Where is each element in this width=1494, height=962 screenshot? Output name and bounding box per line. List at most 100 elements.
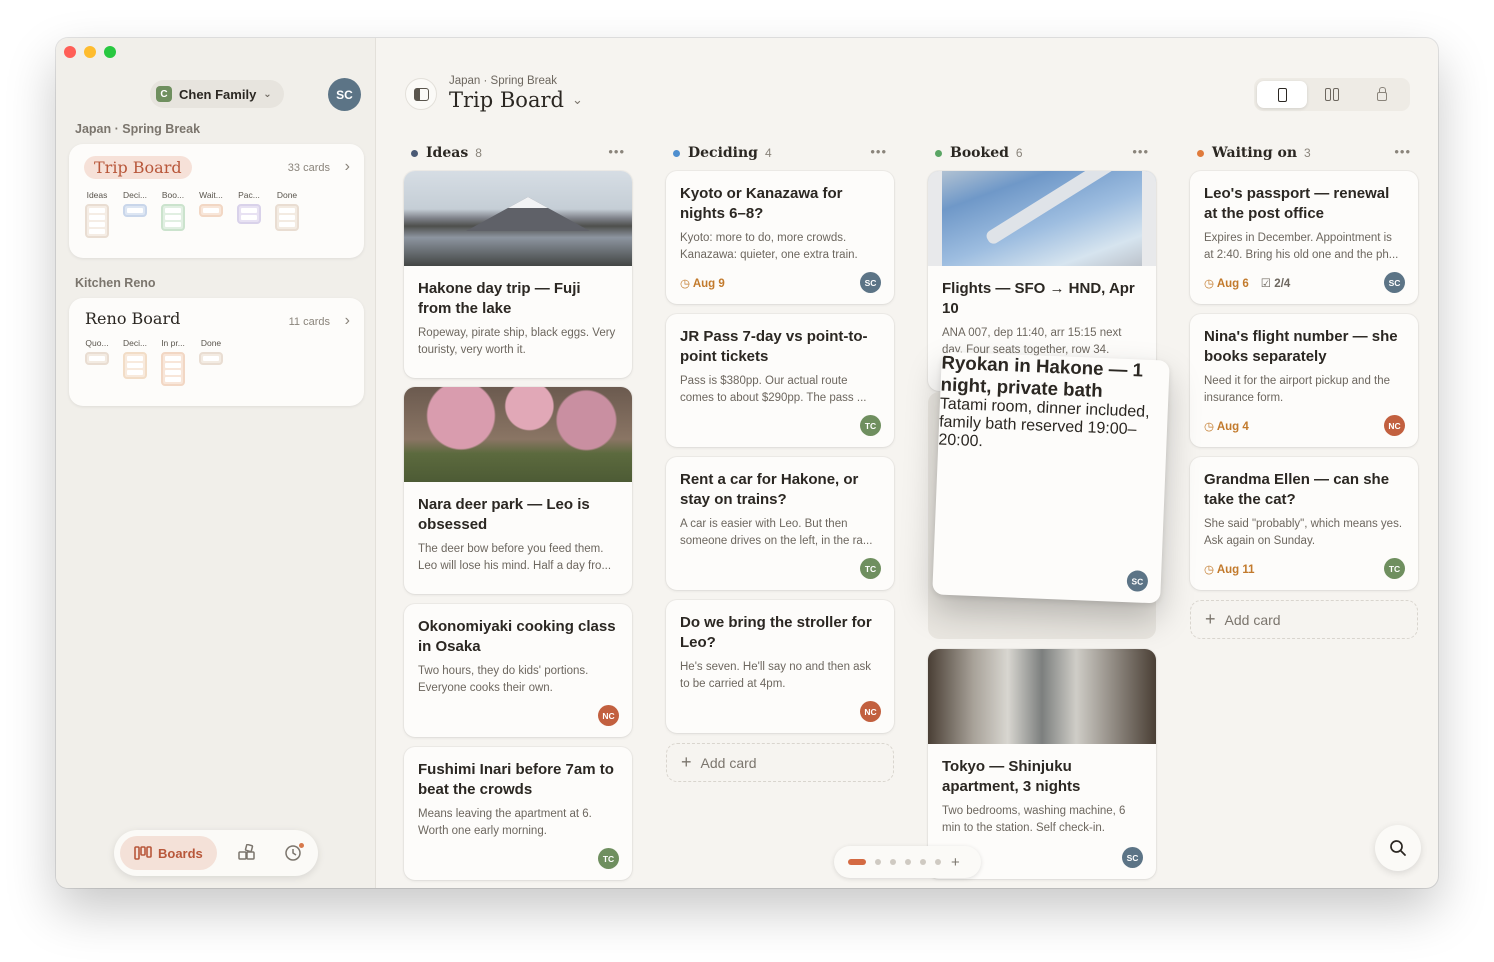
column-header: Ideas 8 •••	[404, 142, 632, 164]
due-date-text: Aug 9	[692, 278, 725, 290]
close-window-button[interactable]	[64, 46, 76, 58]
card[interactable]: Kyoto or Kanazawa for nights 6–8? Kyoto:…	[666, 171, 894, 304]
family-icon: C	[156, 86, 172, 102]
activity-tab[interactable]	[277, 837, 309, 869]
lock-button[interactable]	[1357, 81, 1407, 108]
add-card-button[interactable]: + Add card	[1190, 600, 1418, 639]
widgets-tab[interactable]	[231, 837, 263, 869]
mini-column-label: Done	[200, 338, 222, 348]
card-title: Leo's passport — renewal at the post off…	[1204, 185, 1390, 222]
family-switcher[interactable]: C Chen Family ⌄	[150, 80, 284, 108]
column-color-dot	[411, 149, 418, 157]
card[interactable]: Tokyo — Shinjuku apartment, 3 nights Two…	[928, 649, 1156, 879]
card[interactable]: Leo's passport — renewal at the post off…	[1190, 171, 1418, 304]
column-header: Deciding 4 •••	[666, 142, 894, 164]
column-color-dot	[935, 149, 942, 157]
more-icon[interactable]: •••	[1394, 144, 1411, 159]
mini-stack	[85, 352, 109, 365]
page-dot[interactable]	[935, 859, 941, 865]
mini-stack	[161, 204, 185, 231]
card-title: Flights — SFO → HND, Apr 10	[942, 280, 1135, 317]
board-card-reno[interactable]: Reno Board 11 cards › Quo... Deci... In …	[69, 298, 364, 406]
column-name: Waiting on	[1212, 145, 1298, 161]
due-date: ◷ Aug 9	[680, 276, 725, 290]
add-card-button[interactable]: + Add card	[666, 743, 894, 782]
two-column-view-button[interactable]	[1307, 81, 1357, 108]
mini-column-label: In pr...	[161, 338, 185, 348]
dragging-card[interactable]: Ryokan in Hakone — 1 night, private bath…	[932, 351, 1170, 604]
more-icon[interactable]: •••	[608, 144, 625, 159]
column-waiting-on: Waiting on 3 ••• Leo's passport — renewa…	[1190, 142, 1418, 639]
user-avatar[interactable]: SC	[328, 78, 361, 111]
card-description: Two bedrooms, washing machine, 6 min to …	[942, 805, 1126, 834]
more-icon[interactable]: •••	[870, 144, 887, 159]
assignee-avatar: SC	[1384, 272, 1405, 293]
column-deciding: Deciding 4 ••• Kyoto or Kanazawa for nig…	[666, 142, 894, 782]
page-dot[interactable]	[875, 859, 881, 865]
due-date: ◷ Aug 4	[1204, 419, 1249, 433]
plus-icon: +	[1205, 609, 1216, 629]
search-button[interactable]	[1375, 825, 1421, 871]
search-icon	[1390, 840, 1406, 856]
chevron-down-icon: ⌄	[263, 88, 272, 100]
column-count: 3	[1304, 146, 1311, 160]
card-meta: ◷ Aug 11	[1204, 562, 1255, 576]
sidebar-toggle-button[interactable]	[405, 78, 437, 110]
single-column-view-button[interactable]	[1257, 81, 1307, 108]
card[interactable]: Grandma Ellen — can she take the cat? Sh…	[1190, 457, 1418, 590]
section-title: Japan · Spring Break	[75, 122, 201, 136]
column-booked: Booked 6 ••• Flights — SFO → HND, Apr 10…	[928, 142, 1156, 879]
card[interactable]: Do we bring the stroller for Leo? He's s…	[666, 600, 894, 733]
mini-column: In pr...	[161, 338, 185, 386]
column-name: Ideas	[426, 145, 469, 161]
assignee-avatar: SC	[1122, 847, 1143, 868]
zoom-window-button[interactable]	[104, 46, 116, 58]
card-title: Kyoto or Kanazawa for nights 6–8?	[680, 185, 843, 222]
card-description: Expires in December. Appointment is at 2…	[1204, 232, 1399, 261]
board-card-trip[interactable]: Trip Board 33 cards › Ideas Deci... Boo.…	[69, 144, 364, 258]
section-title: Kitchen Reno	[75, 276, 156, 290]
mini-column-label: Deci...	[122, 338, 148, 348]
card[interactable]: Hakone day trip — Fuji from the lake Rop…	[404, 171, 632, 378]
page-title[interactable]: Trip Board ⌄	[449, 88, 583, 112]
sidebar: C Chen Family ⌄ SC Japan · Spring Break …	[56, 38, 376, 888]
card-image	[404, 171, 632, 266]
page-title-text: Trip Board	[449, 88, 564, 112]
card[interactable]: Okonomiyaki cooking class in Osaka Two h…	[404, 604, 632, 737]
column-count: 8	[475, 146, 482, 160]
card-title: Fushimi Inari before 7am to beat the cro…	[418, 761, 614, 798]
card[interactable]: Fushimi Inari before 7am to beat the cro…	[404, 747, 632, 880]
card[interactable]: Nara deer park — Leo is obsessed The dee…	[404, 387, 632, 594]
page-dot[interactable]	[905, 859, 911, 865]
card[interactable]: JR Pass 7-day vs point-to-point tickets …	[666, 314, 894, 447]
mini-stack	[199, 204, 223, 217]
assignee-avatar: NC	[598, 705, 619, 726]
column-name: Booked	[950, 145, 1009, 161]
minimize-window-button[interactable]	[84, 46, 96, 58]
assignee-avatar: SC	[860, 272, 881, 293]
add-page-icon[interactable]: +	[951, 854, 960, 871]
page-dot-active[interactable]	[848, 859, 866, 865]
boards-tab-label: Boards	[158, 845, 203, 861]
checklist: ☑ 2/4	[1261, 276, 1291, 290]
due-date-text: Aug 6	[1216, 278, 1249, 290]
page-dot[interactable]	[890, 859, 896, 865]
card[interactable]: Rent a car for Hakone, or stay on trains…	[666, 457, 894, 590]
column-name: Deciding	[688, 145, 758, 161]
more-icon[interactable]: •••	[1132, 144, 1149, 159]
mini-column-label: Deci...	[122, 190, 148, 200]
card[interactable]: Nina's flight number — she books separat…	[1190, 314, 1418, 447]
mini-stack	[237, 204, 261, 224]
page-dot[interactable]	[920, 859, 926, 865]
column-header: Waiting on 3 •••	[1190, 142, 1418, 164]
mini-column: Boo...	[161, 190, 185, 238]
add-card-label: Add card	[1224, 611, 1281, 628]
card-title: Nina's flight number — she books separat…	[1204, 328, 1398, 365]
clock-icon: ◷	[1204, 421, 1215, 433]
grid-icon	[238, 844, 255, 860]
card-description: The deer bow before you feed them. Leo w…	[418, 543, 612, 572]
boards-tab[interactable]: Boards	[120, 836, 217, 870]
board-pager: +	[834, 846, 981, 878]
app-window: C Chen Family ⌄ SC Japan · Spring Break …	[56, 38, 1438, 888]
mini-column-label: Pac...	[238, 190, 260, 200]
